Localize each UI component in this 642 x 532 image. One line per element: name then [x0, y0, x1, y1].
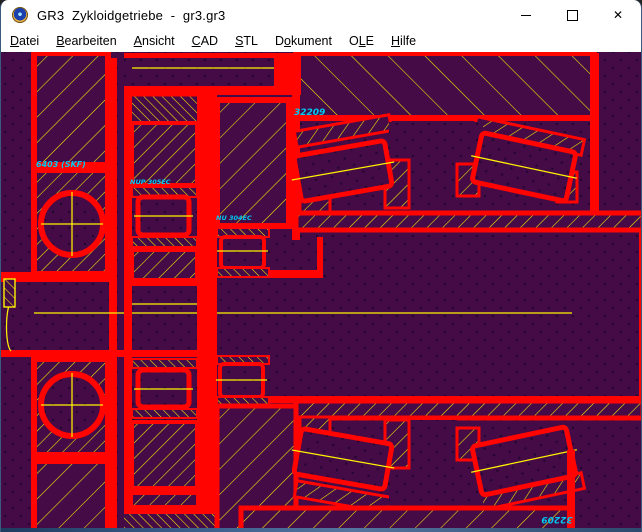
- bearing-label: NU 304EC: [216, 214, 252, 222]
- bearing-label: 32209: [294, 108, 325, 118]
- cad-drawing-canvas[interactable]: 32209 6403 (SKF) NUP 305EC NU 304EC 32209: [1, 52, 642, 528]
- menu-bar: Datei Bearbeiten Ansicht CAD STL Dokument OLE H…: [1, 30, 641, 52]
- menu-item-dokument[interactable]: Dokument: [275, 34, 332, 48]
- close-icon: ✕: [613, 8, 623, 22]
- menu-item-ansicht[interactable]: Ansicht: [134, 34, 175, 48]
- maximize-button[interactable]: [549, 0, 595, 30]
- close-button[interactable]: ✕: [595, 0, 641, 30]
- menu-item-stl[interactable]: STL: [235, 34, 258, 48]
- menu-item-datei[interactable]: Datei: [10, 34, 39, 48]
- bearing-label: NUP 305EC: [130, 178, 171, 186]
- bearing-label: 6403 (SKF): [36, 160, 86, 169]
- canvas-area: 32209 6403 (SKF) NUP 305EC NU 304EC 32209: [1, 52, 641, 528]
- minimize-icon: [521, 15, 531, 16]
- window-bottom-border: [1, 528, 641, 532]
- window-title: GR3 Zykloidgetriebe - gr3.gr3: [37, 8, 225, 23]
- small-roller-bottom: [216, 364, 267, 397]
- caption-buttons: ✕: [503, 0, 641, 30]
- app-window: GR3 Zykloidgetriebe - gr3.gr3 ✕ Datei Bea…: [0, 0, 642, 532]
- bearing-label: 32209: [541, 514, 572, 524]
- minimize-button[interactable]: [503, 0, 549, 30]
- menu-item-ole[interactable]: OLE: [349, 34, 374, 48]
- roller-bottom: [134, 370, 193, 407]
- menu-item-hilfe[interactable]: Hilfe: [391, 34, 416, 48]
- title-bar: GR3 Zykloidgetriebe - gr3.gr3 ✕: [1, 0, 641, 30]
- roller-top: [134, 197, 193, 235]
- menu-item-bearbeiten[interactable]: Bearbeiten: [56, 34, 116, 48]
- app-icon: [12, 7, 28, 23]
- menu-item-cad[interactable]: CAD: [192, 34, 218, 48]
- maximize-icon: [567, 10, 578, 21]
- shaft-key: [4, 279, 15, 307]
- small-roller-top: [217, 237, 268, 268]
